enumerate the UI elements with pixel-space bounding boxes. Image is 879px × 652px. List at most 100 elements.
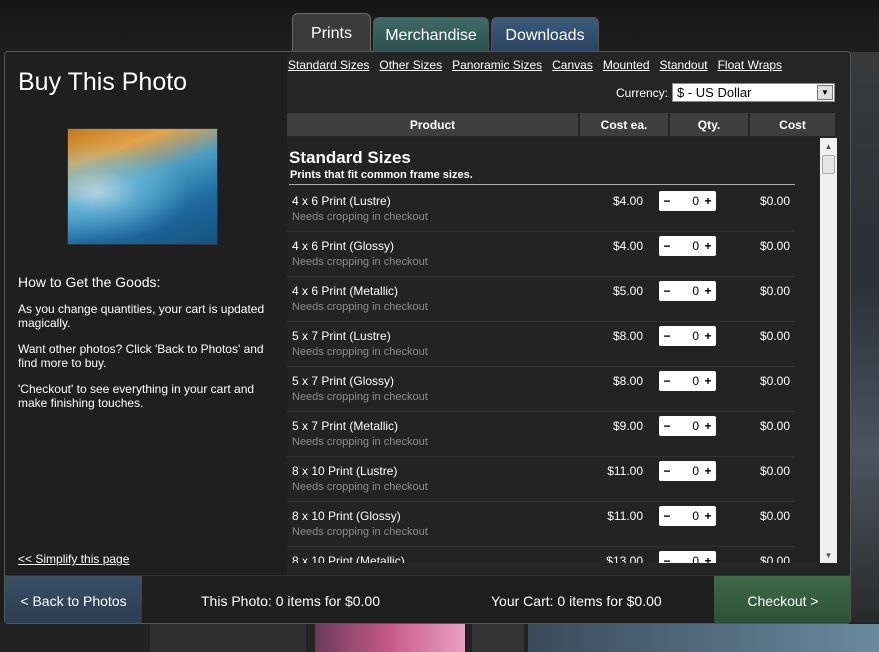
- simplify-page-link[interactable]: << Simplify this page: [18, 552, 129, 566]
- product-name: 4 x 6 Print (Lustre): [292, 194, 391, 208]
- quantity-stepper: − 0 +: [659, 191, 716, 211]
- product-name: 8 x 10 Print (Glossy): [292, 509, 401, 523]
- category-link-standard-sizes[interactable]: Standard Sizes: [288, 58, 369, 72]
- product-tabs: Prints Merchandise Downloads: [292, 13, 599, 53]
- quantity-stepper: − 0 +: [659, 371, 716, 391]
- quantity-value[interactable]: 0: [692, 419, 699, 433]
- product-note: Needs cropping in checkout: [292, 481, 428, 493]
- quantity-value[interactable]: 0: [692, 464, 699, 478]
- quantity-value[interactable]: 0: [692, 194, 699, 208]
- row-cost: $0.00: [759, 329, 790, 343]
- product-name: 5 x 7 Print (Lustre): [292, 329, 391, 343]
- category-link-other-sizes[interactable]: Other Sizes: [379, 58, 442, 72]
- currency-select[interactable]: $ - US Dollar ▼: [672, 83, 835, 102]
- howto-heading: How to Get the Goods:: [18, 274, 161, 290]
- product-name: 8 x 10 Print (Lustre): [292, 464, 398, 478]
- product-note: Needs cropping in checkout: [292, 301, 428, 313]
- help-text: As you change quantities, your cart is u…: [18, 302, 265, 330]
- category-links: Standard Sizes Other Sizes Panoramic Siz…: [288, 58, 782, 72]
- decrement-button[interactable]: −: [662, 419, 672, 433]
- category-link-float-wraps[interactable]: Float Wraps: [718, 58, 782, 72]
- background-thumbnail: [150, 624, 306, 652]
- decrement-button[interactable]: −: [662, 239, 672, 253]
- product-note: Needs cropping in checkout: [292, 526, 428, 538]
- help-text: 'Checkout' to see everything in your car…: [18, 382, 255, 410]
- column-header-cost-each: Cost ea.: [580, 113, 668, 136]
- left-panel: Buy This Photo How to Get the Goods: As …: [5, 52, 287, 575]
- category-link-canvas[interactable]: Canvas: [552, 58, 593, 72]
- tab-merchandise[interactable]: Merchandise: [373, 17, 489, 53]
- table-row: 4 x 6 Print (Glossy) Needs cropping in c…: [287, 232, 795, 277]
- decrement-button[interactable]: −: [662, 509, 672, 523]
- increment-button[interactable]: +: [703, 194, 713, 208]
- right-panel: Standard Sizes Other Sizes Panoramic Siz…: [287, 52, 850, 575]
- product-price: $9.00: [612, 419, 643, 433]
- product-note: Needs cropping in checkout: [292, 211, 428, 223]
- tab-downloads[interactable]: Downloads: [491, 17, 599, 53]
- decrement-button[interactable]: −: [662, 374, 672, 388]
- scrollbar-thumb[interactable]: [822, 155, 835, 174]
- checkout-button[interactable]: Checkout >: [714, 576, 850, 623]
- quantity-value[interactable]: 0: [692, 509, 699, 523]
- increment-button[interactable]: +: [703, 239, 713, 253]
- decrement-button[interactable]: −: [662, 464, 672, 478]
- product-price: $8.00: [612, 374, 643, 388]
- back-to-photos-button[interactable]: < Back to Photos: [5, 576, 142, 623]
- quantity-stepper: − 0 +: [659, 506, 716, 526]
- product-name: 4 x 6 Print (Metallic): [292, 284, 399, 298]
- product-price: $11.00: [607, 464, 643, 478]
- row-cost: $0.00: [759, 239, 790, 253]
- quantity-value[interactable]: 0: [692, 374, 699, 388]
- decrement-button[interactable]: −: [662, 554, 672, 563]
- product-price: $11.00: [607, 509, 643, 523]
- column-header-qty: Qty.: [670, 113, 748, 136]
- table-row: 5 x 7 Print (Metallic) Needs cropping in…: [287, 412, 795, 457]
- category-link-panoramic-sizes[interactable]: Panoramic Sizes: [452, 58, 542, 72]
- background-thumbnail: [528, 624, 879, 652]
- quantity-stepper: − 0 +: [659, 281, 716, 301]
- decrement-button[interactable]: −: [662, 194, 672, 208]
- product-note: Needs cropping in checkout: [292, 436, 428, 448]
- increment-button[interactable]: +: [703, 284, 713, 298]
- photo-thumbnail: [67, 128, 218, 245]
- product-name: 4 x 6 Print (Glossy): [292, 239, 395, 253]
- product-list: Standard Sizes Prints that fit common fr…: [287, 138, 819, 563]
- increment-button[interactable]: +: [703, 374, 713, 388]
- increment-button[interactable]: +: [703, 554, 713, 563]
- chevron-down-icon[interactable]: ▼: [817, 85, 833, 100]
- quantity-value[interactable]: 0: [692, 239, 699, 253]
- increment-button[interactable]: +: [703, 329, 713, 343]
- product-note: Needs cropping in checkout: [292, 256, 428, 268]
- increment-button[interactable]: +: [703, 509, 713, 523]
- this-photo-summary: This Photo: 0 items for $0.00: [201, 593, 380, 609]
- background-photo-strip: [848, 52, 879, 622]
- quantity-value[interactable]: 0: [692, 554, 699, 563]
- increment-button[interactable]: +: [703, 419, 713, 433]
- table-row: 4 x 6 Print (Lustre) Needs cropping in c…: [287, 187, 795, 232]
- scroll-down-icon[interactable]: ▼: [820, 547, 837, 563]
- dialog-footer: < Back to Photos This Photo: 0 items for…: [5, 575, 850, 623]
- column-header-product: Product: [287, 113, 578, 136]
- row-cost: $0.00: [759, 374, 790, 388]
- decrement-button[interactable]: −: [662, 329, 672, 343]
- category-link-mounted[interactable]: Mounted: [603, 58, 650, 72]
- quantity-stepper: − 0 +: [659, 551, 716, 563]
- quantity-value[interactable]: 0: [692, 329, 699, 343]
- product-list-scrollbar[interactable]: ▲ ▼: [820, 138, 837, 563]
- quantity-value[interactable]: 0: [692, 284, 699, 298]
- scroll-up-icon[interactable]: ▲: [820, 138, 837, 154]
- table-header: Product Cost ea. Qty. Cost: [287, 113, 837, 136]
- product-note: Needs cropping in checkout: [292, 391, 428, 403]
- tab-prints[interactable]: Prints: [292, 13, 371, 53]
- product-price: $8.00: [612, 329, 643, 343]
- column-header-cost: Cost: [750, 113, 835, 136]
- increment-button[interactable]: +: [703, 464, 713, 478]
- quantity-stepper: − 0 +: [659, 326, 716, 346]
- background-thumbnail: [315, 624, 465, 652]
- table-row: 5 x 7 Print (Lustre) Needs cropping in c…: [287, 322, 795, 367]
- row-cost: $0.00: [759, 554, 790, 563]
- category-link-standout[interactable]: Standout: [660, 58, 708, 72]
- section-divider: [289, 184, 795, 185]
- cart-summary: Your Cart: 0 items for $0.00: [491, 593, 662, 609]
- decrement-button[interactable]: −: [662, 284, 672, 298]
